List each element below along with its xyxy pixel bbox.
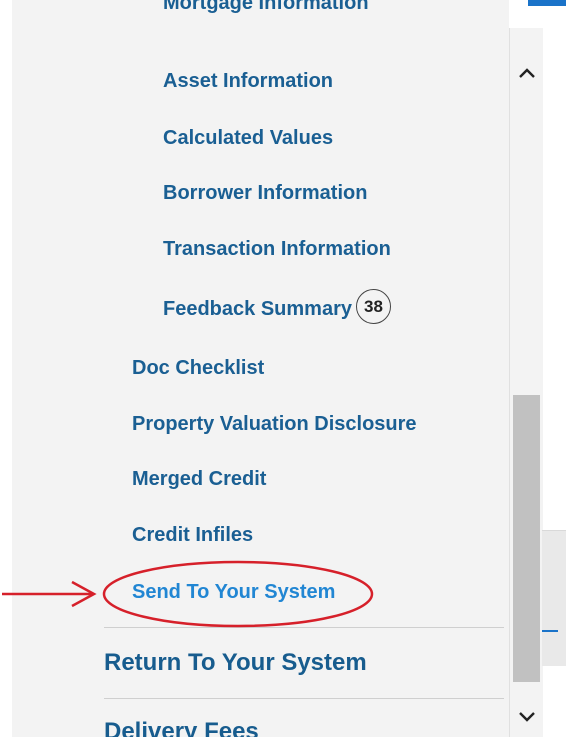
nav-credit-infiles[interactable]: Credit Infiles bbox=[132, 524, 253, 547]
navigation-panel: Mortgage Information Asset Information C… bbox=[12, 0, 509, 737]
vertical-scrollbar[interactable] bbox=[509, 28, 543, 737]
feedback-count-badge: 38 bbox=[355, 289, 391, 324]
scroll-up-arrow[interactable] bbox=[510, 58, 543, 88]
background-panel-edge bbox=[542, 530, 566, 666]
nav-delivery-fees[interactable]: Delivery Fees bbox=[104, 718, 259, 737]
nav-calculated-values[interactable]: Calculated Values bbox=[163, 127, 333, 150]
nav-merged-credit[interactable]: Merged Credit bbox=[132, 468, 266, 491]
separator bbox=[104, 698, 504, 699]
nav-doc-checklist[interactable]: Doc Checklist bbox=[132, 357, 264, 380]
nav-property-valuation-disclosure[interactable]: Property Valuation Disclosure bbox=[132, 413, 417, 436]
accent-line bbox=[542, 630, 558, 632]
nav-feedback-summary[interactable]: Feedback Summary 38 bbox=[163, 289, 391, 327]
nav-borrower-information[interactable]: Borrower Information bbox=[163, 182, 367, 205]
scrollbar-thumb[interactable] bbox=[513, 395, 540, 682]
nav-return-to-your-system[interactable]: Return To Your System bbox=[104, 649, 367, 677]
nav-transaction-information[interactable]: Transaction Information bbox=[163, 238, 391, 261]
separator bbox=[104, 627, 504, 628]
chevron-up-icon bbox=[518, 68, 535, 78]
nav-feedback-summary-label: Feedback Summary bbox=[163, 297, 352, 320]
nav-send-to-your-system[interactable]: Send To Your System bbox=[132, 581, 335, 604]
scroll-down-arrow[interactable] bbox=[510, 702, 543, 732]
nav-asset-information[interactable]: Asset Information bbox=[163, 70, 333, 93]
nav-mortgage-information[interactable]: Mortgage Information bbox=[163, 0, 369, 15]
top-accent-bar bbox=[528, 0, 566, 6]
chevron-down-icon bbox=[518, 712, 535, 722]
